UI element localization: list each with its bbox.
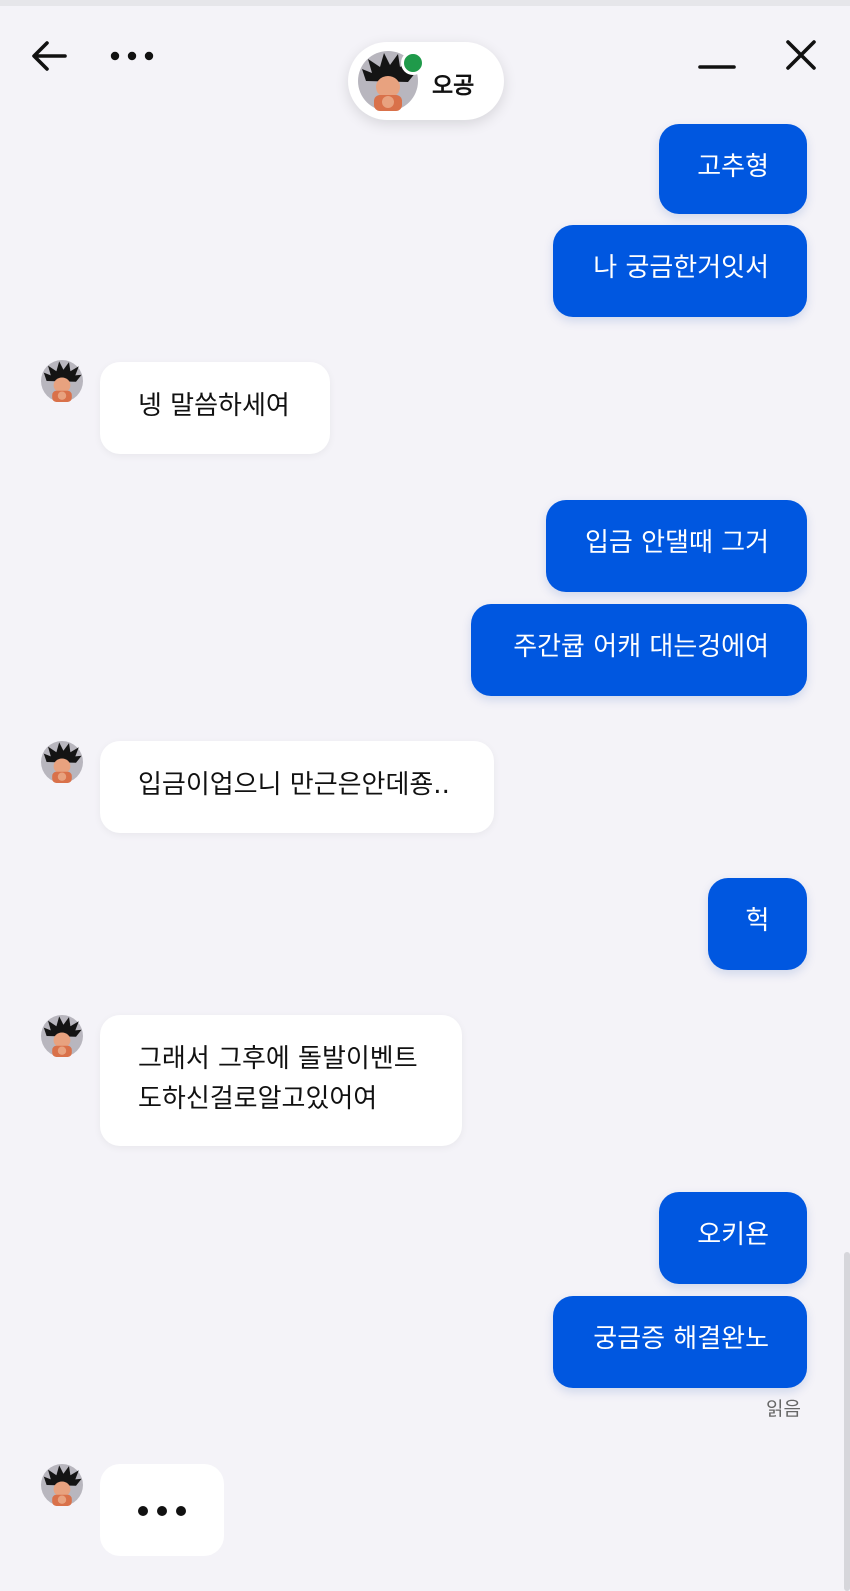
minimize-icon: [698, 65, 736, 69]
ellipsis-icon: [110, 51, 154, 61]
read-receipt: 읽음: [766, 1398, 801, 1420]
contact-profile[interactable]: 오공: [348, 42, 504, 120]
message-bubble-outgoing[interactable]: 오키욘: [659, 1192, 807, 1284]
window-top-border: [0, 0, 850, 6]
message-bubble-outgoing[interactable]: 주간큡 어캐 대는겅에여: [471, 604, 807, 696]
message-bubble-incoming[interactable]: 입금이업으니 만근은안데죵..: [100, 741, 494, 833]
online-status-dot: [401, 51, 425, 75]
close-icon: [786, 40, 816, 70]
contact-name: 오공: [432, 73, 475, 99]
message-bubble-outgoing[interactable]: 고추형: [659, 124, 807, 214]
contact-avatar: [41, 1464, 83, 1506]
minimize-button[interactable]: [692, 40, 742, 80]
typing-indicator: [100, 1464, 224, 1556]
message-bubble-incoming[interactable]: 그래서 그후에 돌발이벤트 도하신걸로알고있어여: [100, 1015, 462, 1146]
message-bubble-incoming[interactable]: 넹 말씀하세여: [100, 362, 330, 454]
typing-dot: [138, 1506, 148, 1516]
contact-avatar: [41, 360, 83, 402]
message-bubble-outgoing[interactable]: 궁금증 해결완노: [553, 1296, 807, 1388]
scrollbar-thumb[interactable]: [844, 1252, 850, 1591]
typing-dot: [176, 1506, 186, 1516]
message-bubble-outgoing[interactable]: 헉: [708, 878, 807, 970]
contact-avatar: [41, 741, 83, 783]
contact-avatar: [41, 1015, 83, 1057]
more-options-button[interactable]: [106, 36, 158, 76]
close-button[interactable]: [778, 32, 824, 78]
message-bubble-outgoing[interactable]: 입금 안댈때 그거: [546, 500, 807, 592]
typing-dot: [157, 1506, 167, 1516]
message-bubble-outgoing[interactable]: 나 궁금한거잇서: [553, 225, 807, 317]
arrow-left-icon: [32, 41, 67, 71]
back-button[interactable]: [26, 36, 72, 76]
